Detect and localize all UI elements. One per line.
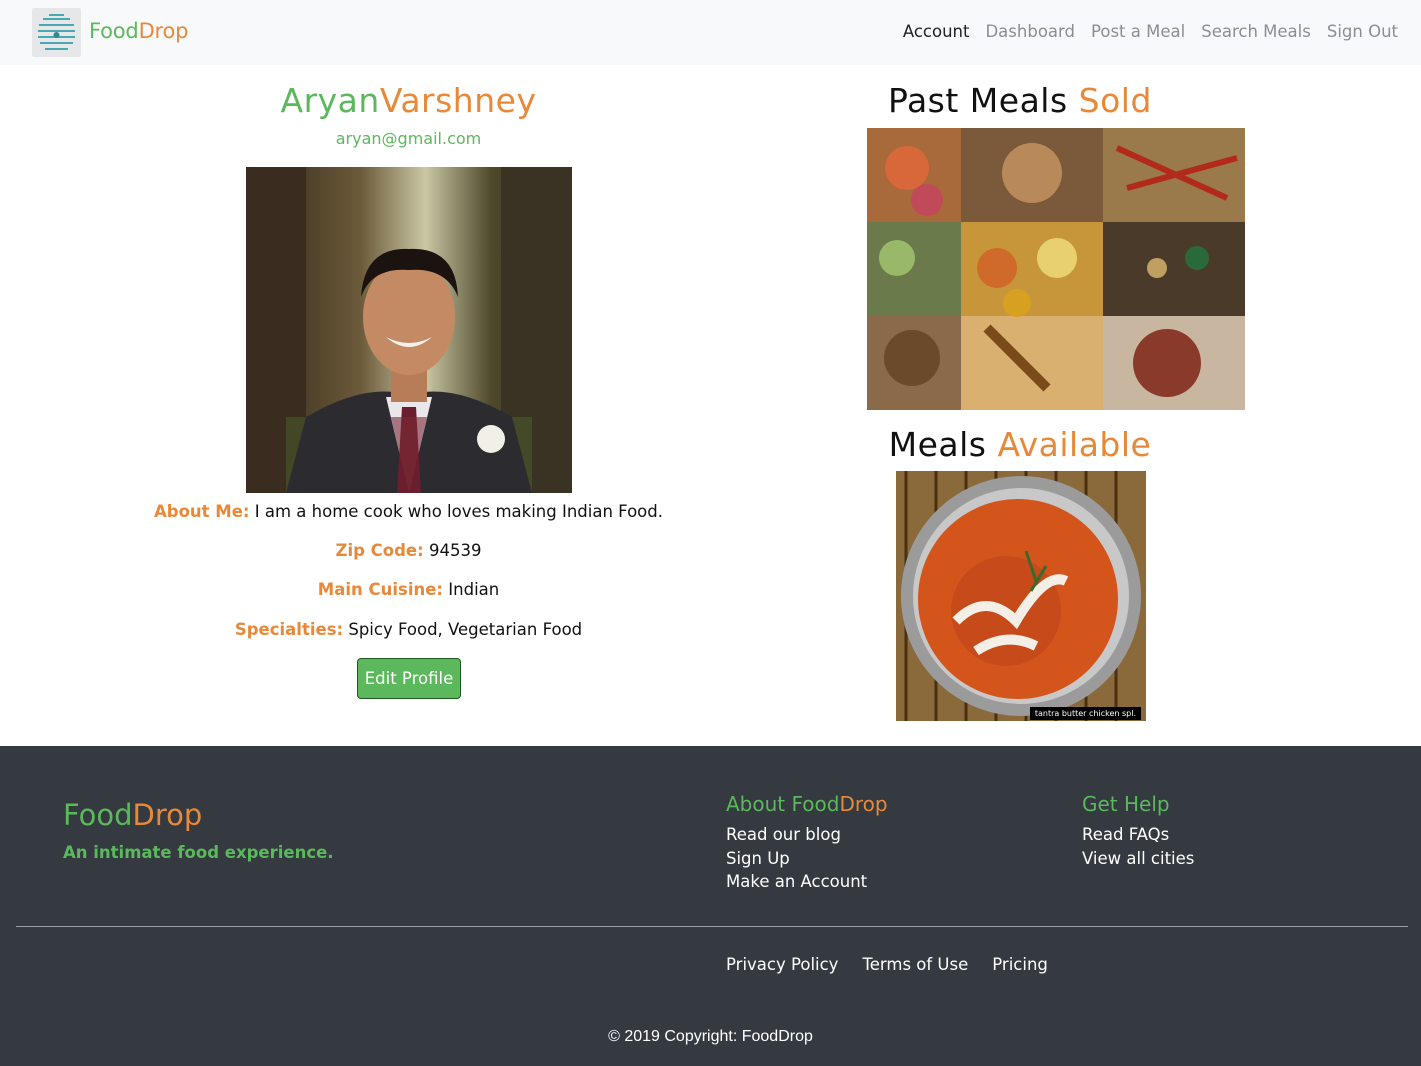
- nav-account[interactable]: Account: [903, 20, 970, 44]
- beehive-icon[interactable]: [32, 8, 81, 57]
- zip-code-value: 94539: [428, 541, 482, 560]
- about-me-label: About Me:: [154, 502, 250, 521]
- zip-code-row: Zip Code: 94539: [0, 539, 817, 563]
- nav-menu: Account Dashboard Post a Meal Search Mea…: [903, 20, 1398, 44]
- brand-part-food: Food: [89, 19, 139, 43]
- footer-link-terms[interactable]: Terms of Use: [862, 953, 968, 977]
- footer-about-head-b: Food: [791, 792, 840, 816]
- footer-link-make-account[interactable]: Make an Account: [726, 870, 867, 894]
- nav-search-meals[interactable]: Search Meals: [1201, 20, 1311, 44]
- specialties-label: Specialties:: [234, 620, 344, 639]
- footer-link-cities[interactable]: View all cities: [1082, 847, 1194, 871]
- footer-tagline: An intimate food experience.: [63, 843, 334, 862]
- nav-sign-out[interactable]: Sign Out: [1327, 20, 1398, 44]
- footer-link-blog[interactable]: Read our blog: [726, 823, 867, 847]
- nav-dashboard[interactable]: Dashboard: [985, 20, 1075, 44]
- meals-available-title-b: Available: [997, 425, 1152, 464]
- profile-first-name: Aryan: [280, 81, 380, 120]
- footer-help-links: Read FAQs View all cities: [1082, 823, 1194, 870]
- brand-part-drop: Drop: [138, 19, 189, 43]
- footer-link-sign-up[interactable]: Sign Up: [726, 847, 867, 871]
- specialties-row: Specialties: Spicy Food, Vegetarian Food: [0, 618, 817, 642]
- main-cuisine-row: Main Cuisine: Indian: [0, 578, 817, 602]
- footer-link-faqs[interactable]: Read FAQs: [1082, 823, 1194, 847]
- footer-about-heading: About FoodDrop: [726, 790, 888, 818]
- brand-logo-text[interactable]: FoodDrop: [89, 17, 188, 45]
- past-meals-title-b: Sold: [1078, 81, 1152, 120]
- footer-link-pricing[interactable]: Pricing: [992, 953, 1048, 977]
- site-footer: FoodDrop An intimate food experience. Ab…: [0, 746, 1421, 1066]
- main-cuisine-label: Main Cuisine:: [317, 580, 444, 599]
- footer-brand: FoodDrop: [63, 796, 202, 834]
- footer-brand-a: Food: [63, 798, 133, 832]
- footer-about-head-c: Drop: [839, 792, 888, 816]
- past-meals-collage: [867, 128, 1245, 410]
- about-me-value: I am a home cook who loves making Indian…: [254, 502, 663, 521]
- footer-divider: [16, 926, 1408, 927]
- footer-brand-b: Drop: [132, 798, 203, 832]
- meals-available-title: Meals Available: [610, 424, 1421, 466]
- footer-copyright: © 2019 Copyright: FoodDrop: [608, 1028, 813, 1045]
- footer-legal-links: Privacy Policy Terms of Use Pricing: [726, 953, 1048, 977]
- footer-about-head-a: About: [726, 792, 792, 816]
- footer-help-heading: Get Help: [1082, 792, 1170, 816]
- zip-code-label: Zip Code:: [335, 541, 424, 560]
- top-navbar: FoodDrop Account Dashboard Post a Meal S…: [0, 0, 1421, 65]
- about-me-row: About Me: I am a home cook who loves mak…: [0, 500, 817, 524]
- meals-available-title-a: Meals: [888, 425, 987, 464]
- profile-photo: [246, 167, 572, 493]
- profile-email: aryan@gmail.com: [335, 129, 482, 148]
- specialties-value: Spicy Food, Vegetarian Food: [348, 620, 583, 639]
- profile-last-name: Varshney: [379, 81, 537, 120]
- main-cuisine-value: Indian: [448, 580, 500, 599]
- footer-link-privacy[interactable]: Privacy Policy: [726, 953, 838, 977]
- meal-caption: tantra butter chicken spl.: [1029, 707, 1141, 720]
- footer-about-links: Read our blog Sign Up Make an Account: [726, 823, 867, 894]
- past-meals-title: Past Meals Sold: [610, 80, 1421, 122]
- available-meal-card[interactable]: tantra butter chicken spl.: [896, 471, 1146, 721]
- nav-post-meal[interactable]: Post a Meal: [1091, 20, 1185, 44]
- edit-profile-button[interactable]: Edit Profile: [357, 658, 461, 699]
- past-meals-title-a: Past Meals: [888, 81, 1068, 120]
